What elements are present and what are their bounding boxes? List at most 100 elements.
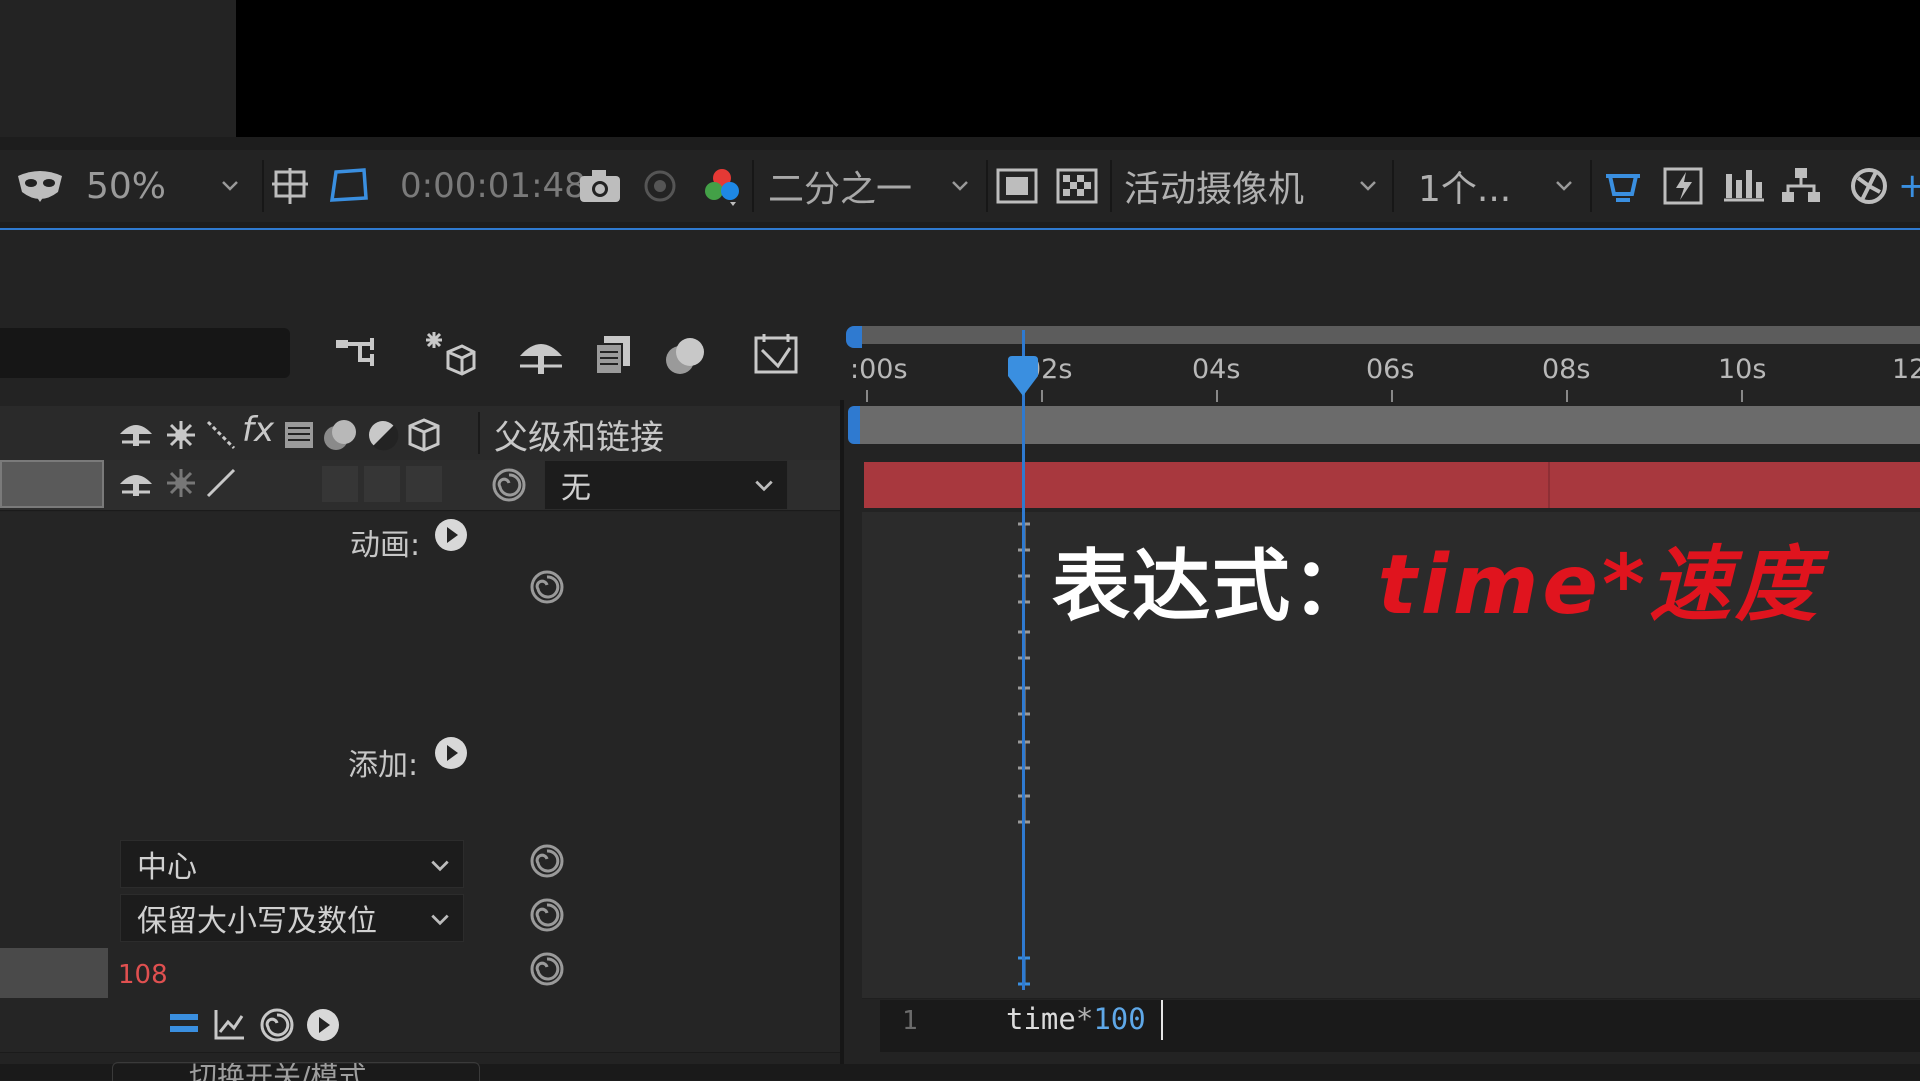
pick-whip-icon[interactable] bbox=[490, 466, 528, 504]
switch-box[interactable] bbox=[364, 466, 400, 502]
property-row bbox=[0, 782, 842, 837]
work-area-start-handle[interactable] bbox=[846, 326, 862, 348]
ruler-tick bbox=[1041, 390, 1043, 402]
ruler-label: 06s bbox=[1366, 354, 1415, 385]
property-row bbox=[0, 620, 842, 675]
property-row bbox=[0, 566, 842, 621]
fast-preview-icon[interactable] bbox=[1600, 150, 1646, 222]
parent-dropdown[interactable]: 无 bbox=[544, 460, 788, 510]
caption-highlight: time*速度 bbox=[1377, 538, 1821, 633]
playhead-handle[interactable] bbox=[1006, 356, 1040, 398]
timecode-display[interactable]: 0:00:01:48 bbox=[400, 150, 586, 222]
plus-icon[interactable]: + bbox=[1898, 150, 1920, 222]
motion-blur-icon[interactable] bbox=[662, 332, 710, 380]
effects-switch-icon[interactable]: fx bbox=[242, 410, 274, 450]
color-channel-icon[interactable] bbox=[700, 150, 744, 222]
flowchart-icon[interactable] bbox=[1720, 150, 1766, 222]
navigator-start-handle[interactable] bbox=[848, 406, 860, 444]
property-row bbox=[0, 512, 842, 567]
parent-value: 无 bbox=[561, 471, 591, 506]
pick-whip-icon[interactable] bbox=[528, 896, 566, 934]
shy-switch-icon[interactable] bbox=[118, 416, 154, 450]
timeline-property-row bbox=[862, 836, 1920, 891]
pick-whip-icon[interactable] bbox=[528, 568, 566, 606]
anchor-dropdown[interactable]: 中心 bbox=[120, 840, 464, 888]
frame-blend-switch-icon[interactable] bbox=[282, 418, 316, 452]
ruler-label: 04s bbox=[1192, 354, 1241, 385]
chevron-down-icon bbox=[431, 914, 449, 926]
composition-mini-flowchart-icon[interactable] bbox=[332, 330, 384, 380]
expression-graph-icon[interactable] bbox=[212, 1006, 248, 1042]
graph-editor-icon[interactable] bbox=[752, 330, 800, 378]
layer-search-input[interactable] bbox=[0, 328, 290, 378]
frame-blending-icon[interactable] bbox=[590, 332, 636, 380]
chevron-down-icon[interactable] bbox=[220, 176, 240, 196]
chevron-down-icon[interactable] bbox=[1554, 176, 1574, 196]
reset-exposure-icon[interactable] bbox=[1846, 150, 1892, 222]
draft-3d-icon[interactable] bbox=[420, 328, 476, 382]
composition-preview bbox=[236, 0, 1920, 137]
timeline-link-icon[interactable] bbox=[1660, 150, 1706, 222]
ruler-label: 10s bbox=[1718, 354, 1767, 385]
collapse-transform-icon[interactable] bbox=[164, 418, 198, 452]
timeline-property-row bbox=[862, 890, 1920, 945]
add-menu-icon[interactable] bbox=[434, 736, 468, 770]
animate-menu-icon[interactable] bbox=[434, 518, 468, 552]
collapse-switch-icon[interactable] bbox=[164, 466, 198, 500]
playhead-line[interactable] bbox=[1022, 330, 1025, 990]
toggle-switches-modes-label: 切换开关/模式 bbox=[189, 1062, 367, 1081]
chevron-down-icon[interactable] bbox=[1358, 176, 1378, 196]
hierarchy-icon[interactable] bbox=[1778, 150, 1824, 222]
snapshot-camera-icon[interactable] bbox=[576, 150, 624, 222]
quality-slash-icon[interactable] bbox=[204, 466, 238, 500]
case-dropdown[interactable]: 保留大小写及数位 bbox=[120, 894, 464, 942]
pick-whip-icon[interactable] bbox=[528, 842, 566, 880]
switch-box[interactable] bbox=[322, 466, 358, 502]
mask-icon[interactable] bbox=[14, 150, 66, 222]
switch-box[interactable] bbox=[406, 466, 442, 502]
3d-layer-icon[interactable] bbox=[406, 416, 442, 454]
property-value-highlight bbox=[0, 948, 108, 998]
chevron-down-icon bbox=[431, 860, 449, 872]
expression-line-number: 1 bbox=[902, 1006, 918, 1036]
preview-side-panel bbox=[0, 0, 236, 137]
transparency-grid-icon[interactable] bbox=[1054, 150, 1100, 222]
ruler-tick bbox=[1741, 390, 1743, 402]
ruler-label: 12 bbox=[1892, 354, 1920, 385]
layer-label-color[interactable] bbox=[0, 460, 104, 508]
work-area-bar[interactable] bbox=[852, 326, 1920, 344]
property-row bbox=[0, 728, 842, 783]
chevron-down-icon bbox=[755, 480, 773, 492]
motion-blur-switch-icon[interactable] bbox=[322, 416, 360, 454]
expression-number: 100 bbox=[1093, 1002, 1146, 1036]
column-divider bbox=[478, 412, 480, 454]
pick-whip-icon[interactable] bbox=[528, 950, 566, 988]
navigator-bar[interactable] bbox=[852, 406, 1920, 444]
chevron-down-icon[interactable] bbox=[950, 176, 970, 196]
expression-enable-icon[interactable] bbox=[168, 1010, 200, 1038]
expression-operator: * bbox=[1075, 1002, 1094, 1036]
property-value[interactable]: 108 bbox=[118, 960, 168, 990]
expression-language-menu-icon[interactable] bbox=[306, 1008, 340, 1042]
toggle-switches-modes-button[interactable]: 切换开关/模式 bbox=[112, 1062, 480, 1081]
show-snapshot-icon[interactable] bbox=[638, 150, 682, 222]
panel-divider[interactable] bbox=[840, 400, 844, 1080]
resolution-dropdown[interactable]: 二分之一 bbox=[768, 150, 912, 222]
shy-layers-icon[interactable] bbox=[516, 332, 566, 380]
ruler-tick bbox=[1391, 390, 1393, 402]
toolbar-separator bbox=[1590, 160, 1592, 212]
caption-overlay: 表达式： time*速度 bbox=[1052, 518, 1821, 637]
region-of-interest-icon[interactable] bbox=[994, 150, 1040, 222]
grid-icon[interactable] bbox=[268, 150, 312, 222]
expression-code[interactable]: time*100 bbox=[1006, 1002, 1146, 1036]
quality-switch-icon[interactable] bbox=[204, 418, 238, 452]
crop-region-icon[interactable] bbox=[326, 150, 372, 222]
camera-dropdown[interactable]: 活动摄像机 bbox=[1124, 150, 1304, 222]
viewer-toolbar: 50% 0:00:01:48 二分之一 活动摄像机 1个... + bbox=[0, 150, 1920, 222]
shy-switch-icon[interactable] bbox=[118, 466, 154, 500]
adjustment-layer-icon[interactable] bbox=[366, 418, 400, 452]
views-dropdown[interactable]: 1个... bbox=[1418, 150, 1511, 222]
expression-pick-whip-icon[interactable] bbox=[258, 1006, 296, 1044]
zoom-dropdown[interactable]: 50% bbox=[86, 150, 166, 222]
ruler-tick bbox=[1566, 390, 1568, 402]
